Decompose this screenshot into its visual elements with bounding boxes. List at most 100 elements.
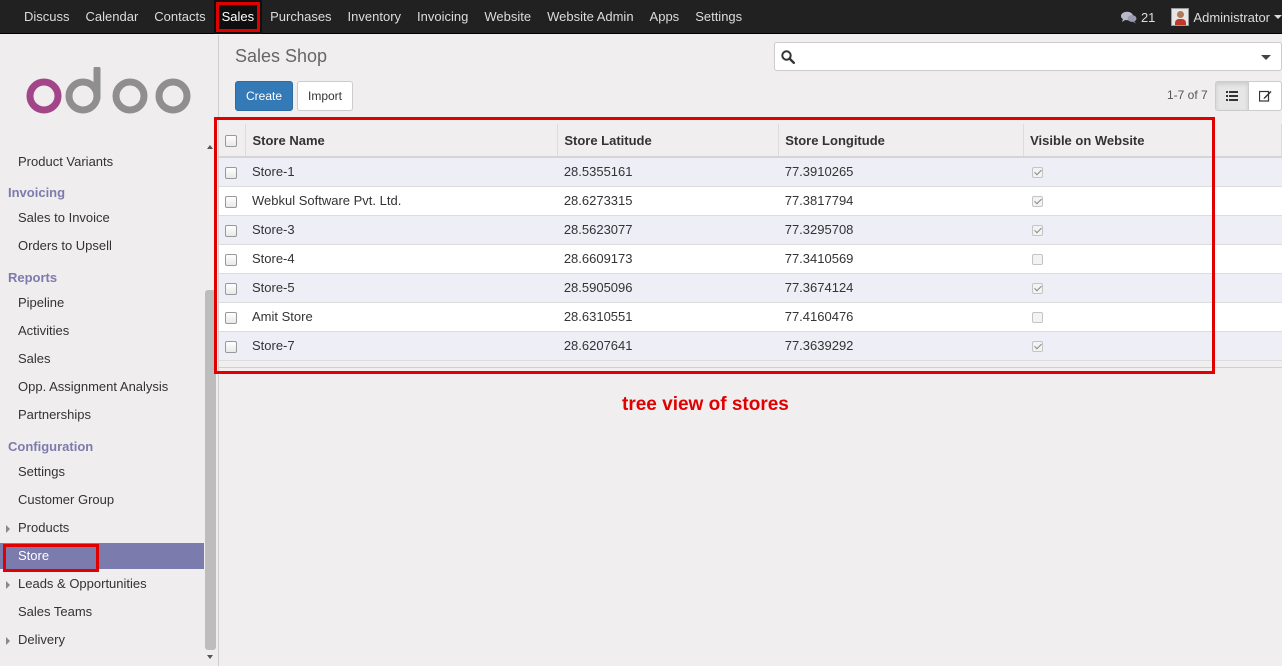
caret-down-icon: [1274, 15, 1282, 19]
store-latitude-cell[interactable]: 28.5355161: [557, 157, 779, 187]
create-button[interactable]: Create: [235, 81, 293, 111]
nav-purchases[interactable]: Purchases: [262, 0, 339, 34]
nav-settings[interactable]: Settings: [687, 0, 750, 34]
visible-on-website-cell: [1023, 302, 1282, 332]
store-name-cell[interactable]: Store-5: [245, 273, 558, 303]
pager-value[interactable]: 1-7 of 7: [1167, 88, 1208, 102]
sidebar-item-sales[interactable]: Sales: [0, 346, 204, 372]
visible-on-website-cell: [1023, 215, 1282, 245]
table-row[interactable]: Webkul Software Pvt. Ltd. 28.6273315 77.38…: [219, 186, 1282, 216]
store-longitude-cell[interactable]: 77.3639292: [778, 331, 1024, 361]
table-row[interactable]: Store-5 28.5905096 77.3674124: [219, 273, 1282, 303]
scroll-down-icon[interactable]: [207, 655, 213, 659]
search-input[interactable]: [801, 47, 1241, 67]
visible-checkbox: [1031, 167, 1043, 179]
nav-inventory[interactable]: Inventory: [340, 0, 409, 34]
search-options-icon[interactable]: [1261, 55, 1271, 60]
avatar: [1171, 8, 1190, 26]
row-select-cell: [219, 244, 246, 274]
store-latitude-cell[interactable]: 28.5905096: [557, 273, 779, 303]
nav-apps[interactable]: Apps: [642, 0, 688, 34]
nav-website-admin[interactable]: Website Admin: [539, 0, 641, 34]
column-store-name[interactable]: Store Name: [245, 124, 559, 158]
visible-checkbox: [1031, 312, 1043, 324]
store-latitude-cell[interactable]: 28.6609173: [557, 244, 779, 274]
table-row[interactable]: Store-7 28.6207641 77.3639292: [219, 331, 1282, 361]
user-menu[interactable]: Administrator: [1171, 8, 1282, 26]
row-checkbox[interactable]: [225, 340, 237, 353]
store-name-cell[interactable]: Store-4: [245, 244, 558, 274]
sidebar-scrollbar[interactable]: [204, 35, 217, 666]
sidebar-item-store[interactable]: Store: [0, 543, 204, 572]
row-checkbox[interactable]: [225, 166, 237, 179]
search-icon: [781, 50, 795, 64]
sidebar-item-products[interactable]: Products: [0, 515, 204, 541]
nav-calendar[interactable]: Calendar: [78, 0, 147, 34]
store-name-cell[interactable]: Amit Store: [245, 302, 558, 332]
sidebar-item-activities[interactable]: Activities: [0, 318, 204, 344]
column-store-longitude[interactable]: Store Longitude: [778, 124, 1025, 158]
import-button[interactable]: Import: [297, 81, 353, 111]
store-latitude-cell[interactable]: 28.6310551: [557, 302, 779, 332]
scrollbar-thumb[interactable]: [205, 290, 216, 650]
list-view-button[interactable]: [1215, 81, 1249, 111]
store-latitude-cell[interactable]: 28.6273315: [557, 186, 779, 216]
row-checkbox[interactable]: [225, 195, 237, 208]
table-row[interactable]: Store-1 28.5355161 77.3910265: [219, 157, 1282, 187]
select-all-checkbox[interactable]: [225, 135, 237, 148]
row-checkbox[interactable]: [225, 311, 237, 324]
sidebar-item-sales-to-invoice[interactable]: Sales to Invoice: [0, 205, 204, 231]
nav-invoicing[interactable]: Invoicing: [409, 0, 476, 34]
store-name-cell[interactable]: Store-3: [245, 215, 558, 245]
store-name-cell[interactable]: Store-1: [245, 157, 558, 187]
visible-checkbox: [1031, 341, 1043, 353]
row-checkbox[interactable]: [225, 253, 237, 266]
messages-button[interactable]: 21: [1120, 9, 1156, 25]
messages-count: 21: [1140, 9, 1156, 25]
column-visible-on-website[interactable]: Visible on Website: [1023, 124, 1282, 158]
sidebar-item-label: Products: [18, 520, 70, 535]
sidebar-item-orders-to-upsell[interactable]: Orders to Upsell: [0, 233, 204, 259]
table-row[interactable]: Store-3 28.5623077 77.3295708: [219, 215, 1282, 245]
visible-on-website-cell: [1023, 186, 1282, 216]
store-longitude-cell[interactable]: 77.3817794: [778, 186, 1024, 216]
sidebar-item-leads-opportunities[interactable]: Leads & Opportunities: [0, 571, 204, 597]
sidebar-item-opp-assignment-analysis[interactable]: Opp. Assignment Analysis: [0, 374, 204, 400]
form-view-button[interactable]: [1248, 81, 1282, 111]
sidebar-item-settings[interactable]: Settings: [0, 459, 204, 485]
store-longitude-cell[interactable]: 77.4160476: [778, 302, 1024, 332]
sidebar-item-product-variants[interactable]: Product Variants: [0, 149, 204, 175]
search-bar[interactable]: [774, 42, 1282, 71]
list-view-icon: [1226, 91, 1238, 101]
sidebar-item-partnerships[interactable]: Partnerships: [0, 402, 204, 428]
sidebar-item-label: Delivery: [18, 632, 65, 647]
store-longitude-cell[interactable]: 77.3295708: [778, 215, 1024, 245]
nav-website[interactable]: Website: [476, 0, 539, 34]
column-store-latitude[interactable]: Store Latitude: [557, 124, 780, 158]
sidebar-item-sales-teams[interactable]: Sales Teams: [0, 599, 204, 625]
row-select-cell: [219, 186, 246, 216]
nav-discuss[interactable]: Discuss: [16, 0, 78, 34]
table-row[interactable]: Amit Store 28.6310551 77.4160476: [219, 302, 1282, 332]
table-row[interactable]: Store-4 28.6609173 77.3410569: [219, 244, 1282, 274]
row-checkbox[interactable]: [225, 224, 237, 237]
odoo-logo: [26, 67, 191, 114]
table-header: Store Name Store Latitude Store Longitud…: [219, 124, 1282, 158]
sidebar-section-invoicing: Invoicing: [8, 185, 66, 200]
highlight-box: [3, 544, 99, 572]
sidebar-item-pipeline[interactable]: Pipeline: [0, 290, 204, 316]
nav-sales[interactable]: Sales: [213, 0, 263, 34]
store-latitude-cell[interactable]: 28.5623077: [557, 215, 779, 245]
row-checkbox[interactable]: [225, 282, 237, 295]
store-longitude-cell[interactable]: 77.3910265: [778, 157, 1024, 187]
store-longitude-cell[interactable]: 77.3674124: [778, 273, 1024, 303]
store-name-cell[interactable]: Webkul Software Pvt. Ltd.: [245, 186, 558, 216]
store-latitude-cell[interactable]: 28.6207641: [557, 331, 779, 361]
scroll-up-icon[interactable]: [207, 145, 213, 149]
sidebar-item-delivery[interactable]: Delivery: [0, 627, 204, 653]
sidebar-item-customer-group[interactable]: Customer Group: [0, 487, 204, 513]
store-name-cell[interactable]: Store-7: [245, 331, 558, 361]
store-longitude-cell[interactable]: 77.3410569: [778, 244, 1024, 274]
nav-contacts[interactable]: Contacts: [146, 0, 213, 34]
expand-arrow-icon: [6, 525, 10, 533]
